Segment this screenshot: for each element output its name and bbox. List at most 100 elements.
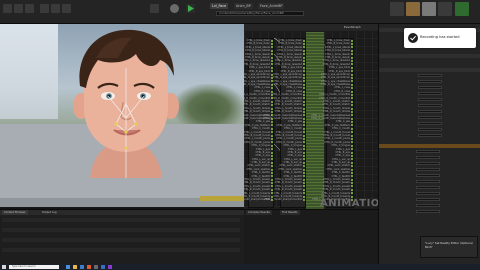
pin-connector-icon[interactable] <box>351 192 353 195</box>
pin-connector-icon[interactable] <box>303 90 305 93</box>
play-button[interactable] <box>186 4 195 13</box>
property-row[interactable] <box>382 122 478 125</box>
pin-connector-icon[interactable] <box>303 131 305 134</box>
marketplace-icon[interactable] <box>25 4 34 13</box>
pin-connector-icon[interactable] <box>351 97 353 100</box>
node-poses-mid[interactable]: CTRL_L_brow_down CTRL_R_brow_down CTRL_L_b… <box>263 38 306 208</box>
property-row[interactable] <box>382 198 478 201</box>
pin-connector-icon[interactable] <box>271 175 273 178</box>
property-value-field[interactable] <box>418 86 442 89</box>
property-row[interactable] <box>382 110 478 113</box>
pin-connector-icon[interactable] <box>271 107 273 110</box>
class-settings-icon[interactable] <box>406 2 420 16</box>
pin-connector-icon[interactable] <box>271 158 273 161</box>
pin-connector-icon[interactable] <box>271 87 273 90</box>
pin-connector-icon[interactable] <box>303 188 305 191</box>
list-item[interactable] <box>2 233 240 237</box>
pin-connector-icon[interactable] <box>351 138 353 141</box>
pin-connector-icon[interactable] <box>271 53 273 56</box>
pin-connector-icon[interactable] <box>303 114 305 117</box>
pin-connector-icon[interactable] <box>271 66 273 69</box>
pin-connector-icon[interactable] <box>351 104 353 107</box>
property-value-field[interactable] <box>418 128 442 131</box>
tab-level[interactable]: Lvl_Face <box>210 3 229 9</box>
list-item[interactable] <box>2 228 240 232</box>
world-icon[interactable] <box>170 4 179 13</box>
property-row[interactable] <box>382 186 478 189</box>
pin-connector-icon[interactable] <box>271 63 273 66</box>
property-row[interactable] <box>382 98 478 101</box>
property-value-field[interactable] <box>418 104 442 107</box>
pin-connector-icon[interactable] <box>271 141 273 144</box>
edge-icon[interactable] <box>66 265 70 269</box>
pin-connector-icon[interactable] <box>303 87 305 90</box>
app-icon[interactable] <box>108 265 112 269</box>
play-in-editor-icon[interactable] <box>455 2 469 16</box>
property-value-field[interactable] <box>416 174 440 177</box>
pin-connector-icon[interactable] <box>351 110 353 113</box>
pin-connector-icon[interactable] <box>303 73 305 76</box>
pin-connector-icon[interactable] <box>351 117 353 120</box>
pin-connector-icon[interactable] <box>351 124 353 127</box>
property-value-field[interactable] <box>418 116 442 119</box>
pin-connector-icon[interactable] <box>351 121 353 124</box>
property-row[interactable] <box>382 134 478 137</box>
pin-connector-icon[interactable] <box>303 151 305 154</box>
pin-connector-icon[interactable] <box>351 154 353 157</box>
pin-connector-icon[interactable] <box>303 100 305 103</box>
compile-icon[interactable] <box>390 2 404 16</box>
property-row[interactable] <box>382 180 478 183</box>
property-row[interactable] <box>382 192 478 195</box>
pin-connector-icon[interactable] <box>271 154 273 157</box>
pin-connector-icon[interactable] <box>351 43 353 46</box>
pin-connector-icon[interactable] <box>271 121 273 124</box>
level-viewport[interactable] <box>0 24 244 207</box>
property-row[interactable] <box>382 74 478 77</box>
folder-icon[interactable] <box>73 265 77 269</box>
pin-connector-icon[interactable] <box>271 49 273 52</box>
pin-connector-icon[interactable] <box>303 56 305 59</box>
pin-connector-icon[interactable] <box>303 80 305 83</box>
class-defaults-icon[interactable] <box>422 2 436 16</box>
property-row[interactable] <box>382 80 478 83</box>
property-value-field[interactable] <box>416 150 440 153</box>
settings-icon[interactable] <box>40 4 49 13</box>
pin-connector-icon[interactable] <box>303 182 305 185</box>
pin-connector-icon[interactable] <box>303 158 305 161</box>
pin-connector-icon[interactable] <box>271 148 273 151</box>
pin-connector-icon[interactable] <box>303 60 305 63</box>
pin-connector-icon[interactable] <box>271 56 273 59</box>
pin-connector-icon[interactable] <box>303 171 305 174</box>
pin-connector-icon[interactable] <box>303 178 305 181</box>
taskbar-search-input[interactable]: Type here to search <box>9 265 59 269</box>
pin-connector-icon[interactable] <box>271 127 273 130</box>
content-icon[interactable] <box>14 4 23 13</box>
anim-graph-panel[interactable]: EventGraph CTRL_L_brow_down CTRL_R_brow_d… <box>244 24 378 209</box>
list-item[interactable] <box>2 248 240 252</box>
chrome-icon[interactable] <box>87 265 91 269</box>
property-row[interactable] <box>382 204 478 207</box>
pin-connector-icon[interactable] <box>271 90 273 93</box>
pin-connector-icon[interactable] <box>303 49 305 52</box>
pin-connector-icon[interactable] <box>351 165 353 168</box>
pin-connector-icon[interactable] <box>303 138 305 141</box>
pin-connector-icon[interactable] <box>351 182 353 185</box>
pin-connector-icon[interactable] <box>303 161 305 164</box>
pin-connector-icon[interactable] <box>271 60 273 63</box>
pin-connector-icon[interactable] <box>351 56 353 59</box>
pin-connector-icon[interactable] <box>351 175 353 178</box>
pin-connector-icon[interactable] <box>271 171 273 174</box>
property-value-field[interactable] <box>416 168 440 171</box>
pin-connector-icon[interactable] <box>351 87 353 90</box>
pin-connector-icon[interactable] <box>351 76 353 79</box>
blueprints-icon[interactable] <box>51 4 60 13</box>
asset-path-field[interactable]: Content/Characters/Boy/Face/Face_AnimBP <box>216 11 304 16</box>
pin-connector-icon[interactable] <box>351 39 353 42</box>
pin-connector-icon[interactable] <box>271 39 273 42</box>
property-value-field[interactable] <box>416 156 440 159</box>
pin-connector-icon[interactable] <box>271 100 273 103</box>
property-value-field[interactable] <box>416 162 440 165</box>
pin-connector-icon[interactable] <box>351 144 353 147</box>
tab-content-browser[interactable]: Content Browser <box>2 210 28 215</box>
windows-start-icon[interactable] <box>2 265 6 269</box>
